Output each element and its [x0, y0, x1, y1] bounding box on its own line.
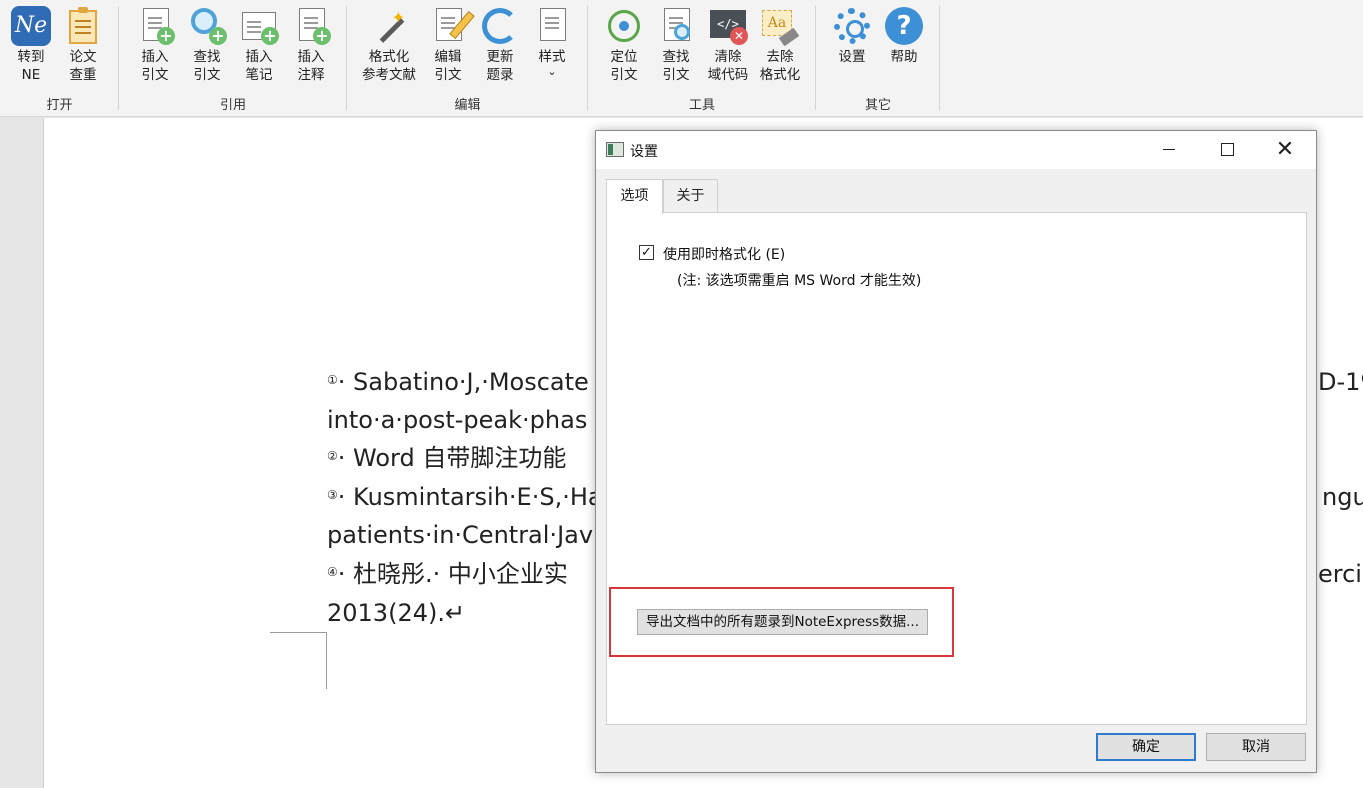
cancel-button[interactable]: 取消 [1206, 733, 1306, 761]
options-panel: ✓ 使用即时格式化 (E) (注: 该选项需重启 MS Word 才能生效) 导… [606, 212, 1307, 725]
tab-about[interactable]: 关于 [663, 179, 718, 213]
maximize-button[interactable] [1204, 131, 1250, 169]
instant-format-note: (注: 该选项需重启 MS Word 才能生效) [677, 273, 922, 289]
tab-options[interactable]: 选项 [606, 179, 663, 214]
page-corner-mark [326, 632, 327, 689]
window-app-icon [606, 142, 624, 157]
export-records-button[interactable]: 导出文档中的所有题录到NoteExpress数据... [637, 609, 928, 635]
ok-button[interactable]: 确定 [1096, 733, 1196, 761]
footnote-line: ②· Word 自带脚注功能 [327, 444, 567, 472]
minimize-button[interactable] [1146, 131, 1192, 169]
footnote-line: ①· Sabatino·J,·Moscate [327, 368, 589, 396]
footnote-fragment: ngu [1322, 483, 1363, 511]
close-icon[interactable]: ✕ [1262, 131, 1308, 169]
footnote-line: ④· 杜晓彤.· 中小企业实 [327, 560, 568, 588]
footnote-line: 2013(24).↵ [327, 599, 466, 627]
settings-dialog: 设置 ✕ 选项 关于 ✓ 使用即时格式化 (E) (注: 该选项需重启 MS W… [595, 130, 1317, 773]
footnote-line: patients·in·Central·Jav [327, 521, 594, 549]
instant-format-checkbox[interactable]: ✓ [639, 245, 654, 260]
page-corner-mark [270, 632, 327, 633]
footnote-line: into·a·post-peak·phas [327, 406, 588, 434]
footnote-fragment: ercia [1318, 560, 1363, 588]
footnote-line: ③· Kusmintarsih·E·S,·Ha [327, 483, 603, 511]
instant-format-label[interactable]: 使用即时格式化 (E) [663, 244, 785, 264]
dialog-title: 设置 [630, 144, 658, 160]
dialog-titlebar[interactable]: 设置 ✕ [596, 131, 1316, 169]
footnote-fragment: D-19 [1318, 368, 1363, 396]
